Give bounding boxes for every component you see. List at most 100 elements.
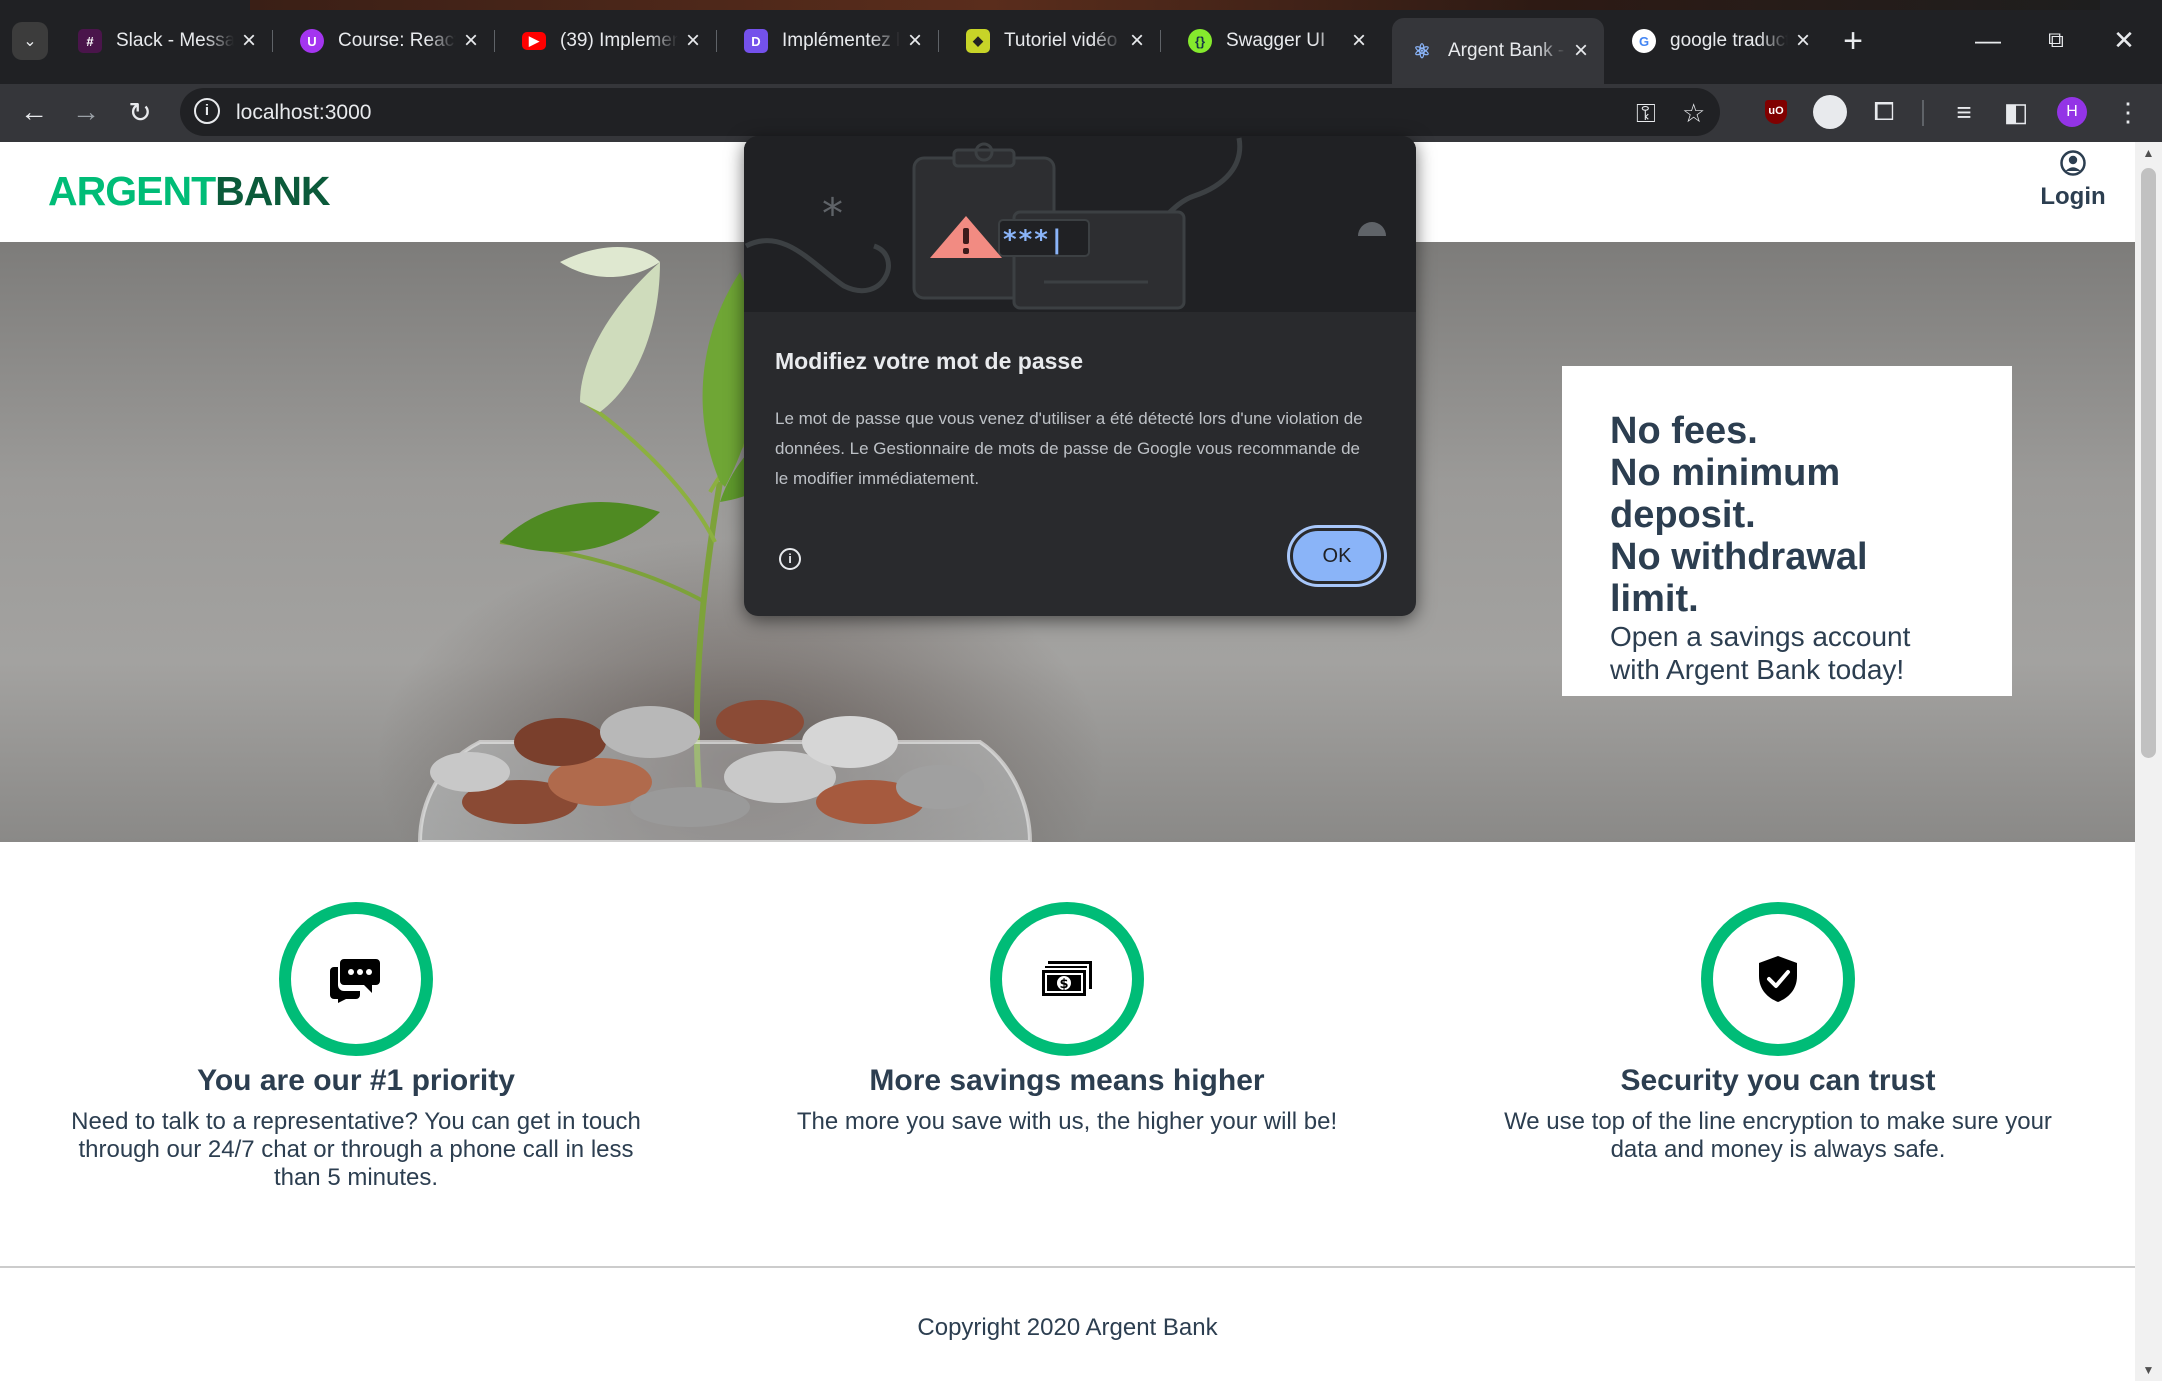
- login-label: Login: [2040, 183, 2106, 210]
- promo-subtitle: No fees.: [1610, 410, 1758, 452]
- feature-icon-circle: [279, 902, 433, 1056]
- promo-text: Open a savings account with Argent Bank …: [1610, 621, 1911, 685]
- feature-title: You are our #1 priority: [197, 1064, 515, 1097]
- star-icon[interactable]: ☆: [1682, 98, 1705, 129]
- scrollbar-thumb[interactable]: [2141, 168, 2156, 758]
- side-panel-icon[interactable]: ◧: [1998, 94, 2034, 130]
- svg-text:*: *: [822, 189, 843, 238]
- tab-openclassrooms[interactable]: D Implémentez le ×: [726, 18, 939, 64]
- key-icon[interactable]: ⚿: [1636, 98, 1656, 130]
- feature-title: More savings means higher: [869, 1064, 1265, 1097]
- restore-button[interactable]: ⧉: [2026, 20, 2086, 60]
- tab-swagger[interactable]: {} Swagger UI ×: [1170, 18, 1382, 64]
- tab-strip: ⌄ # Slack - Message × U Course: React in…: [0, 10, 2162, 84]
- svg-text:$: $: [1059, 977, 1068, 992]
- close-icon[interactable]: ×: [1566, 37, 1596, 65]
- footer-text: Copyright 2020 Argent Bank: [917, 1314, 1218, 1341]
- ok-button[interactable]: OK: [1290, 528, 1384, 584]
- tab-grafikart[interactable]: ◆ Tutoriel vidéo ×: [948, 18, 1161, 64]
- tab-argent-bank[interactable]: ⚛ Argent Bank - ×: [1392, 18, 1604, 84]
- tab-title: Argent Bank -: [1448, 40, 1565, 61]
- google-icon: G: [1632, 29, 1656, 53]
- argent-bank-logo[interactable]: ARGENTBANK: [48, 168, 331, 215]
- new-tab-button[interactable]: +: [1836, 24, 1870, 58]
- dialog-title: Modifiez votre mot de passe: [775, 348, 1084, 374]
- tab-search-button[interactable]: ⌄: [12, 22, 48, 60]
- tab-title: Tutoriel vidéo: [1004, 30, 1118, 51]
- menu-kebab-icon[interactable]: ⋮: [2110, 94, 2146, 130]
- chevron-down-icon: ⌄: [23, 33, 37, 50]
- tab-google-translate[interactable]: G google traduction ×: [1614, 18, 1826, 64]
- slack-icon: #: [78, 29, 102, 53]
- tab-title: google traduction: [1670, 30, 1788, 51]
- react-icon: ⚛: [1413, 40, 1431, 63]
- login-link[interactable]: Login: [2038, 150, 2108, 211]
- tab-udemy[interactable]: U Course: React in ×: [282, 18, 495, 64]
- back-button[interactable]: ←: [16, 94, 52, 130]
- promo-card: No fees. No minimum deposit. No withdraw…: [1562, 366, 2012, 696]
- info-icon[interactable]: i: [779, 548, 801, 570]
- promo-subtitle: No minimum deposit.: [1610, 452, 1841, 536]
- tab-title: Course: React in: [338, 30, 456, 51]
- tab-slack[interactable]: # Slack - Message ×: [60, 18, 273, 64]
- page-scrollbar[interactable]: ▲ ▼: [2135, 142, 2162, 1381]
- scroll-up-icon[interactable]: ▲: [2135, 146, 2162, 160]
- url-text[interactable]: localhost:3000: [236, 101, 371, 125]
- feature-icon-circle: [1701, 902, 1855, 1056]
- openclassrooms-icon: D: [744, 29, 768, 53]
- user-circle-icon: [2060, 150, 2086, 176]
- plus-icon: +: [1843, 22, 1863, 60]
- extension-circle-icon[interactable]: [1812, 94, 1848, 130]
- close-icon[interactable]: ×: [1344, 27, 1374, 55]
- profile-avatar[interactable]: H: [2054, 94, 2090, 130]
- forward-button[interactable]: →: [68, 94, 104, 130]
- close-icon[interactable]: ×: [1788, 27, 1818, 55]
- close-icon[interactable]: ×: [678, 27, 708, 55]
- close-window-button[interactable]: ✕: [2094, 20, 2154, 60]
- browser-toolbar: ← → ↻ i localhost:3000 ⚿ ☆ uO ⧠ ≡ ◧ H ⋮: [0, 84, 2162, 142]
- scroll-down-icon[interactable]: ▼: [2135, 1363, 2162, 1377]
- minimize-icon: —: [1975, 24, 2001, 55]
- dialog-illustration: * ***|: [744, 136, 1416, 312]
- masked-password-text: ***|: [1002, 225, 1065, 255]
- close-icon[interactable]: ×: [900, 27, 930, 55]
- close-icon[interactable]: ×: [1122, 27, 1152, 55]
- feature-item: You are our #1 priority Need to talk to …: [56, 902, 656, 1192]
- reload-icon: ↻: [128, 96, 152, 128]
- grafikart-icon: ◆: [966, 29, 990, 53]
- minimize-button[interactable]: —: [1958, 20, 2018, 60]
- close-icon[interactable]: ×: [456, 27, 486, 55]
- dialog-body: Le mot de passe que vous venez d'utilise…: [775, 409, 1363, 488]
- reload-button[interactable]: ↻: [122, 94, 158, 130]
- security-icon: [1759, 956, 1797, 1002]
- chat-icon: [330, 959, 380, 1003]
- feature-text: Need to talk to a representative? You ca…: [71, 1108, 641, 1191]
- udemy-icon: U: [300, 29, 324, 53]
- feature-item: Security you can trust We use top of the…: [1478, 902, 2078, 1164]
- feature-item: $ More savings means higher The more you…: [767, 902, 1367, 1136]
- money-icon: $: [1040, 961, 1092, 998]
- forward-arrow-icon: →: [72, 96, 100, 127]
- feature-icon-circle: $: [990, 902, 1144, 1056]
- feature-title: Security you can trust: [1620, 1064, 1936, 1097]
- window-top-strip: [0, 0, 2162, 10]
- media-queue-icon[interactable]: ≡: [1946, 94, 1982, 130]
- tab-youtube[interactable]: ▶ (39) Implementing ×: [504, 18, 717, 64]
- close-icon: ✕: [2113, 24, 2135, 55]
- tab-title: Slack - Message: [116, 30, 234, 51]
- puzzle-icon[interactable]: ⧠: [1866, 94, 1902, 130]
- password-breach-dialog: * ***| Modifiez votre mot de passe Le mo…: [744, 136, 1416, 616]
- site-footer: Copyright 2020 Argent Bank: [0, 1266, 2135, 1381]
- restore-icon: ⧉: [2048, 27, 2064, 52]
- feature-text: We use top of the line encryption to mak…: [1504, 1108, 2052, 1163]
- site-info-icon[interactable]: i: [194, 98, 220, 124]
- address-bar[interactable]: i localhost:3000 ⚿ ☆: [180, 88, 1720, 136]
- ublock-icon[interactable]: uO: [1758, 94, 1794, 130]
- back-arrow-icon: ←: [20, 96, 48, 127]
- feature-text: The more you save with us, the higher yo…: [796, 1108, 1338, 1135]
- close-icon[interactable]: ×: [234, 27, 264, 55]
- youtube-icon: ▶: [522, 32, 546, 50]
- swagger-icon: {}: [1188, 29, 1212, 53]
- tab-title: Implémentez le: [782, 30, 900, 51]
- tab-title: Swagger UI: [1226, 30, 1326, 51]
